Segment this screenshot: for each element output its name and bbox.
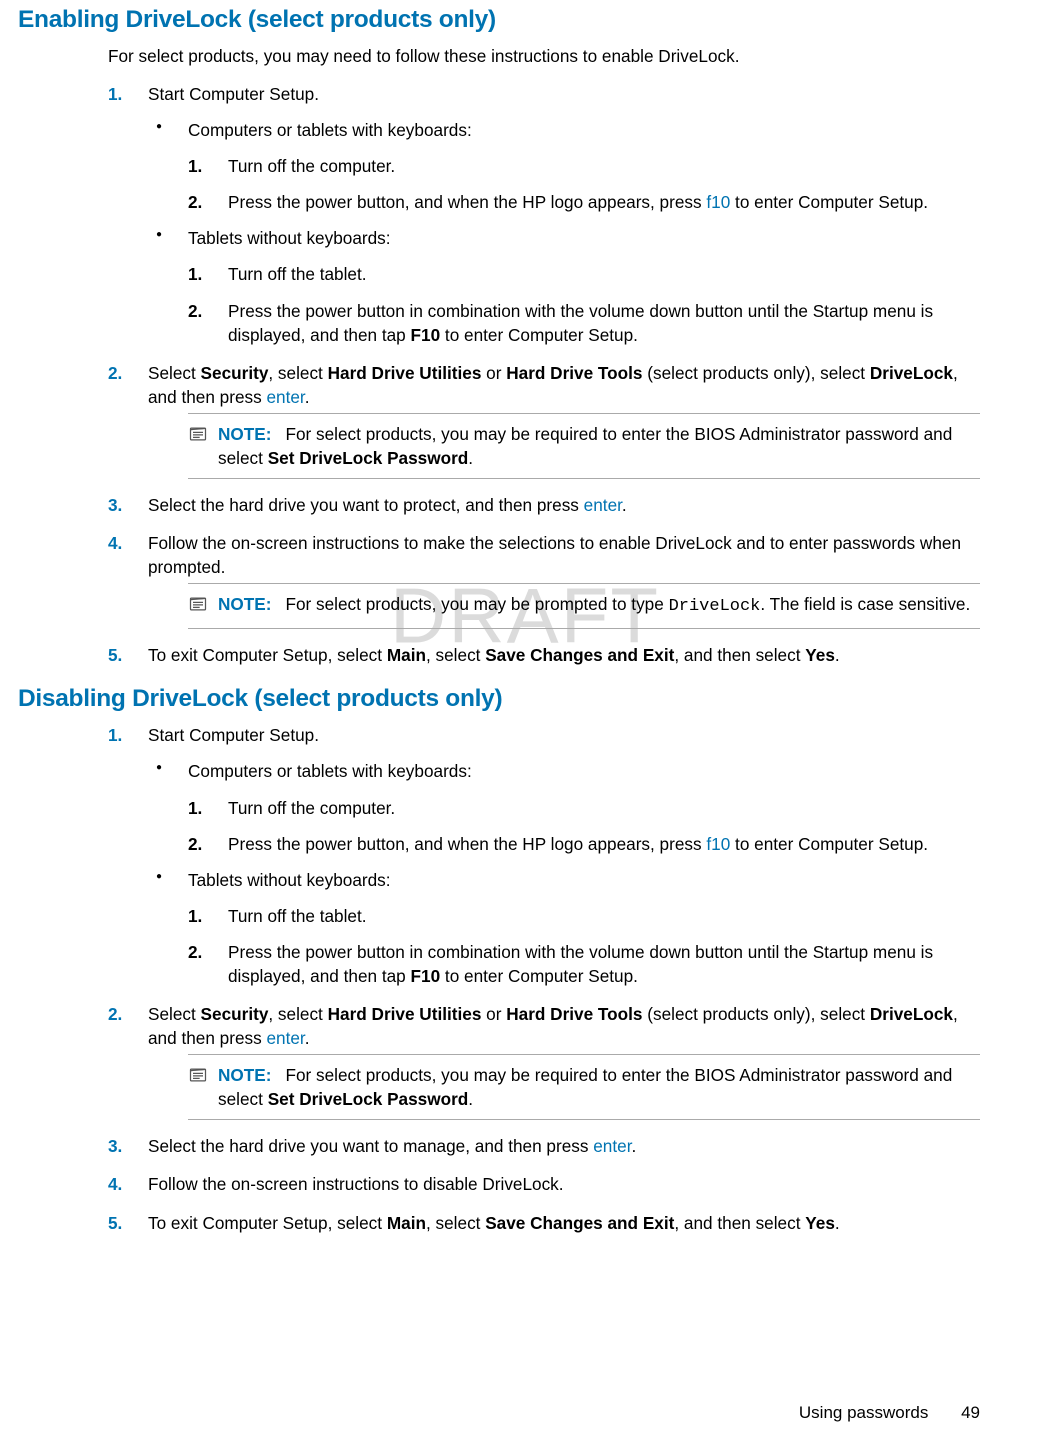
step-text: Select the hard drive you want to manage… [148, 1136, 636, 1156]
key-enter: enter [593, 1136, 631, 1156]
sub-step-number: 2. [188, 299, 202, 323]
note-icon [188, 1065, 208, 1091]
sub-step: 1. Turn off the tablet. [188, 904, 980, 928]
sub-step-text: Turn off the computer. [228, 798, 395, 818]
step-number: 2. [108, 361, 122, 385]
note-block: NOTE:For select products, you may be req… [188, 413, 980, 479]
key-f10: f10 [706, 192, 730, 212]
note-block: NOTE:For select products, you may be pro… [188, 583, 980, 629]
sub-step-number: 1. [188, 154, 202, 178]
step-text: Follow the on-screen instructions to dis… [148, 1174, 564, 1194]
sub-step: 2. Press the power button, and when the … [188, 832, 980, 856]
key-f10-bold: F10 [411, 966, 441, 986]
step-text: To exit Computer Setup, select Main, sel… [148, 1213, 840, 1233]
step-text: Follow the on-screen instructions to mak… [148, 533, 961, 577]
disable-step-3: 3. Select the hard drive you want to man… [108, 1134, 980, 1158]
key-enter: enter [266, 387, 304, 407]
sub-step-number: 1. [188, 904, 202, 928]
sub-step-text: Press the power button, and when the HP … [228, 192, 928, 212]
sub-step-number: 2. [188, 940, 202, 964]
key-f10-bold: F10 [411, 325, 441, 345]
note-icon [188, 424, 208, 450]
sub-step-text: Turn off the tablet. [228, 264, 367, 284]
note-label: NOTE: [218, 1065, 271, 1085]
sub-step-text: Press the power button, and when the HP … [228, 834, 928, 854]
heading-disabling: Disabling DriveLock (select products onl… [18, 685, 980, 713]
step-number: 1. [108, 723, 122, 747]
bullet-tablet: Tablets without keyboards: 1. Turn off t… [148, 226, 980, 346]
sub-step: 2. Press the power button, and when the … [188, 190, 980, 214]
disable-step-5: 5. To exit Computer Setup, select Main, … [108, 1211, 980, 1235]
note-block: NOTE:For select products, you may be req… [188, 1054, 980, 1120]
step-text: Start Computer Setup. [148, 84, 319, 104]
sub-step-text: Press the power button in combination wi… [228, 301, 933, 345]
step-number: 4. [108, 531, 122, 555]
step-number: 2. [108, 1002, 122, 1026]
heading-enabling: Enabling DriveLock (select products only… [18, 6, 980, 34]
note-icon [188, 594, 208, 620]
key-enter: enter [584, 495, 622, 515]
mono-drivelock: DriveLock [669, 597, 761, 616]
enable-step-4: 4. Follow the on-screen instructions to … [108, 531, 980, 629]
step-text: Start Computer Setup. [148, 725, 319, 745]
step-text: Select Security, select Hard Drive Utili… [148, 1004, 958, 1048]
note-label: NOTE: [218, 594, 271, 614]
footer-section: Using passwords [799, 1403, 928, 1422]
disable-step-4: 4. Follow the on-screen instructions to … [108, 1172, 980, 1196]
sub-step-number: 2. [188, 832, 202, 856]
note-text: NOTE:For select products, you may be req… [218, 1063, 980, 1111]
step-number: 1. [108, 82, 122, 106]
enable-step-3: 3. Select the hard drive you want to pro… [108, 493, 980, 517]
sub-step: 1. Turn off the tablet. [188, 262, 980, 286]
sub-step-text: Turn off the computer. [228, 156, 395, 176]
disable-step-2: 2. Select Security, select Hard Drive Ut… [108, 1002, 980, 1120]
step-text: Select the hard drive you want to protec… [148, 495, 627, 515]
sub-step: 1. Turn off the computer. [188, 154, 980, 178]
sub-step: 2. Press the power button in combination… [188, 940, 980, 988]
bullet-label: Tablets without keyboards: [188, 228, 391, 248]
sub-step-text: Press the power button in combination wi… [228, 942, 933, 986]
bullet-keyboard: Computers or tablets with keyboards: 1. … [148, 118, 980, 214]
sub-step: 2. Press the power button in combination… [188, 299, 980, 347]
bullet-label: Computers or tablets with keyboards: [188, 761, 472, 781]
disable-step-1: 1. Start Computer Setup. Computers or ta… [108, 723, 980, 988]
sub-step-text: Turn off the tablet. [228, 906, 367, 926]
step-number: 4. [108, 1172, 122, 1196]
bullet-label: Tablets without keyboards: [188, 870, 391, 890]
sub-step: 1. Turn off the computer. [188, 796, 980, 820]
key-f10: f10 [706, 834, 730, 854]
note-label: NOTE: [218, 424, 271, 444]
note-text: NOTE:For select products, you may be req… [218, 422, 980, 470]
enabling-intro: For select products, you may need to fol… [108, 44, 980, 68]
step-text: Select Security, select Hard Drive Utili… [148, 363, 958, 407]
sub-step-number: 1. [188, 262, 202, 286]
bullet-keyboard: Computers or tablets with keyboards: 1. … [148, 759, 980, 855]
step-number: 5. [108, 1211, 122, 1235]
key-enter: enter [266, 1028, 304, 1048]
page-number: 49 [961, 1403, 980, 1422]
step-number: 3. [108, 1134, 122, 1158]
enable-step-1: 1. Start Computer Setup. Computers or ta… [108, 82, 980, 347]
sub-step-number: 2. [188, 190, 202, 214]
bullet-label: Computers or tablets with keyboards: [188, 120, 472, 140]
note-text: NOTE:For select products, you may be pro… [218, 592, 980, 619]
step-number: 5. [108, 643, 122, 667]
step-number: 3. [108, 493, 122, 517]
enable-step-2: 2. Select Security, select Hard Drive Ut… [108, 361, 980, 479]
bullet-tablet: Tablets without keyboards: 1. Turn off t… [148, 868, 980, 988]
sub-step-number: 1. [188, 796, 202, 820]
step-text: To exit Computer Setup, select Main, sel… [148, 645, 840, 665]
page-footer: Using passwords 49 [799, 1403, 980, 1423]
enable-step-5: 5. To exit Computer Setup, select Main, … [108, 643, 980, 667]
